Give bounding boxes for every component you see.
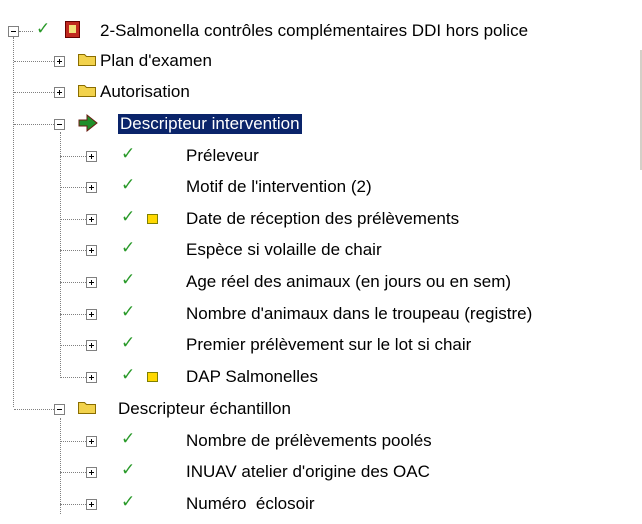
tree-node-autorisation[interactable]: Autorisation [0, 79, 642, 112]
collapse-toggle[interactable] [54, 404, 65, 415]
collapse-toggle[interactable] [8, 26, 19, 37]
tree-node-item[interactable]: ✓ Motif de l'intervention (2) [0, 174, 642, 207]
folder-icon [78, 85, 96, 97]
node-label: Plan d'examen [100, 51, 212, 70]
tree-line [60, 345, 86, 346]
node-label: INUAV atelier d'origine des OAC [186, 462, 430, 481]
tree-line [14, 92, 54, 93]
expand-toggle[interactable] [86, 436, 97, 447]
tree-node-item[interactable]: ✓ Nombre d'animaux dans le troupeau (reg… [0, 301, 642, 334]
node-label: Age réel des animaux (en jours ou en sem… [186, 272, 512, 291]
tree-node-item[interactable]: ✓ Espèce si volaille de chair [0, 237, 642, 270]
tree-node-item[interactable]: ✓ Premier prélèvement sur le lot si chai… [0, 332, 642, 365]
node-label: Descripteur échantillon [118, 399, 291, 418]
check-icon: ✓ [121, 238, 136, 258]
tree-node-descripteur-echantillon[interactable]: Descripteur échantillon [0, 396, 642, 429]
tree-node-item[interactable]: ✓ Age réel des animaux (en jours ou en s… [0, 269, 642, 302]
node-label: Préleveur [186, 146, 259, 165]
yellow-note-icon [147, 372, 158, 382]
check-icon: ✓ [121, 492, 136, 512]
node-label: Premier prélèvement sur le lot si chair [186, 335, 472, 354]
tree-node-item[interactable]: ✓ DAP Salmonelles [0, 364, 642, 397]
tree-line [60, 219, 86, 220]
tree-node-item[interactable]: ✓ Numéro éclosoir [0, 491, 642, 524]
tree-node-root[interactable]: ✓ 2-Salmonella contrôles complémentaires… [0, 16, 642, 49]
tree-node-item[interactable]: ✓ Date de réception des prélèvements [0, 206, 642, 239]
expand-toggle[interactable] [86, 499, 97, 510]
tree-line [60, 441, 86, 442]
tree-node-descripteur-intervention[interactable]: Descripteur intervention [0, 111, 642, 144]
expand-toggle[interactable] [86, 309, 97, 320]
tree-node-plan-examen[interactable]: Plan d'examen [0, 48, 642, 81]
folder-icon [78, 402, 96, 414]
tree-node-item[interactable]: ✓ Préleveur [0, 143, 642, 176]
node-label: 2-Salmonella contrôles complémentaires D… [100, 21, 529, 40]
check-icon: ✓ [121, 460, 136, 480]
node-label: Date de réception des prélèvements [186, 209, 460, 228]
node-label: Autorisation [100, 82, 190, 101]
node-label: Nombre de prélèvements poolés [186, 431, 432, 450]
tree-line [14, 124, 54, 125]
node-label: Nombre d'animaux dans le troupeau (regis… [186, 304, 533, 323]
check-icon: ✓ [121, 144, 136, 164]
expand-toggle[interactable] [86, 372, 97, 383]
folder-icon [78, 54, 96, 66]
tree-node-item[interactable]: ✓ INUAV atelier d'origine des OAC [0, 459, 642, 492]
check-icon: ✓ [121, 302, 136, 322]
tree-line [19, 31, 33, 32]
expand-toggle[interactable] [86, 245, 97, 256]
tree-line [60, 282, 86, 283]
expand-toggle[interactable] [86, 182, 97, 193]
collapse-toggle[interactable] [54, 119, 65, 130]
tree-line [60, 377, 86, 378]
red-book-icon [65, 21, 80, 38]
check-icon: ✓ [121, 333, 136, 353]
expand-toggle[interactable] [54, 87, 65, 98]
check-icon: ✓ [121, 207, 136, 227]
expand-toggle[interactable] [86, 277, 97, 288]
expand-toggle[interactable] [86, 214, 97, 225]
tree-line [60, 250, 86, 251]
node-label: Espèce si volaille de chair [186, 240, 382, 259]
expand-toggle[interactable] [86, 467, 97, 478]
yellow-note-icon [147, 214, 158, 224]
check-icon: ✓ [121, 175, 136, 195]
expand-toggle[interactable] [86, 151, 97, 162]
tree-view[interactable]: ✓ 2-Salmonella contrôles complémentaires… [0, 0, 642, 522]
expand-toggle[interactable] [54, 56, 65, 67]
check-icon: ✓ [121, 270, 136, 290]
tree-line [14, 409, 54, 410]
check-icon: ✓ [121, 365, 136, 385]
node-label: Motif de l'intervention (2) [186, 177, 372, 196]
tree-line [14, 61, 54, 62]
tree-line [60, 504, 86, 505]
expand-toggle[interactable] [86, 340, 97, 351]
tree-line [60, 187, 86, 188]
tree-line [60, 314, 86, 315]
green-arrow-icon [78, 113, 98, 133]
node-label: Numéro éclosoir [186, 494, 315, 513]
tree-line [60, 472, 86, 473]
check-icon: ✓ [36, 19, 51, 39]
tree-line [60, 156, 86, 157]
node-label: Descripteur intervention [117, 113, 303, 135]
node-label: DAP Salmonelles [186, 367, 318, 386]
check-icon: ✓ [121, 429, 136, 449]
tree-node-item[interactable]: ✓ Nombre de prélèvements poolés [0, 428, 642, 461]
